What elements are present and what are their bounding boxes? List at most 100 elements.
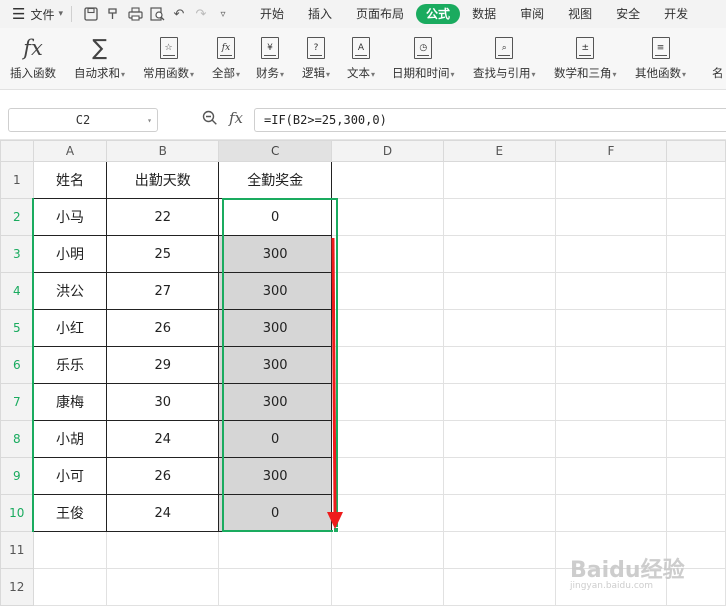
cell-days[interactable]: 25	[106, 235, 220, 273]
cell[interactable]	[442, 420, 556, 458]
row-header[interactable]: 9	[0, 457, 34, 495]
fx-icon[interactable]: fx	[229, 109, 243, 127]
cell[interactable]	[442, 235, 556, 273]
tab-formulas[interactable]: 公式	[416, 4, 461, 24]
cell[interactable]	[554, 420, 668, 458]
cell[interactable]	[32, 531, 108, 569]
select-all-corner[interactable]	[0, 140, 34, 162]
cell-name[interactable]: 洪公	[32, 272, 108, 310]
cell[interactable]	[554, 272, 668, 310]
save-icon[interactable]	[80, 3, 102, 25]
cell-days[interactable]: 24	[106, 494, 220, 532]
tab-review[interactable]: 审阅	[508, 4, 556, 24]
row-header[interactable]: 10	[0, 494, 34, 532]
cell-name[interactable]: 康梅	[32, 383, 108, 421]
cell-bonus[interactable]: 300	[218, 309, 333, 347]
name-manager-button[interactable]: 名	[712, 34, 724, 84]
cell[interactable]	[331, 494, 444, 532]
cell[interactable]	[666, 235, 726, 273]
print-icon[interactable]	[124, 3, 146, 25]
tab-insert[interactable]: 插入	[296, 4, 344, 24]
fill-handle[interactable]	[333, 527, 339, 533]
row-header[interactable]: 3	[0, 235, 34, 273]
cell-bonus[interactable]: 300	[218, 346, 333, 384]
cell[interactable]	[331, 346, 444, 384]
row-header[interactable]: 11	[0, 531, 34, 569]
finance-button[interactable]: ¥ 财务▾	[256, 34, 284, 84]
tab-home[interactable]: 开始	[248, 4, 296, 24]
cell-bonus[interactable]: 300	[218, 457, 333, 495]
cell[interactable]	[442, 161, 556, 199]
cell[interactable]	[554, 457, 668, 495]
cell[interactable]	[331, 531, 444, 569]
cell[interactable]	[442, 531, 556, 569]
other-functions-button[interactable]: ≡ 其他函数▾	[635, 34, 686, 84]
cell[interactable]	[331, 198, 444, 236]
row-header[interactable]: 2	[0, 198, 34, 236]
column-header-e[interactable]: E	[442, 140, 556, 162]
cell[interactable]	[331, 457, 444, 495]
cell[interactable]	[331, 309, 444, 347]
row-header[interactable]: 1	[0, 161, 34, 199]
cell-name[interactable]: 小明	[32, 235, 108, 273]
file-menu[interactable]: ☰ 文件 ▾	[12, 5, 63, 23]
column-header-c[interactable]: C	[218, 140, 333, 162]
column-header-d[interactable]: D	[331, 140, 444, 162]
cell[interactable]	[666, 494, 726, 532]
cell-days[interactable]: 27	[106, 272, 220, 310]
cell-name[interactable]: 小马	[32, 198, 108, 236]
cell[interactable]	[442, 568, 556, 606]
cell[interactable]	[554, 309, 668, 347]
cell-days[interactable]: 29	[106, 346, 220, 384]
redo-icon[interactable]: ↷	[190, 3, 212, 25]
cell[interactable]	[218, 568, 333, 606]
cell[interactable]	[442, 494, 556, 532]
cell-name[interactable]: 小红	[32, 309, 108, 347]
cell[interactable]	[331, 383, 444, 421]
text-functions-button[interactable]: A 文本▾	[347, 34, 375, 84]
cell-days[interactable]: 26	[106, 457, 220, 495]
tab-data[interactable]: 数据	[460, 4, 508, 24]
cell[interactable]	[554, 383, 668, 421]
cell-bonus[interactable]: 300	[218, 383, 333, 421]
common-functions-button[interactable]: ☆ 常用函数▾	[143, 34, 194, 84]
formula-input[interactable]: =IF(B2>=25,300,0)	[254, 108, 726, 132]
cell-bonus[interactable]: 300	[218, 272, 333, 310]
row-header[interactable]: 6	[0, 346, 34, 384]
cell-header-bonus[interactable]: 全勤奖金	[218, 161, 333, 199]
logic-button[interactable]: ? 逻辑▾	[302, 34, 330, 84]
print-preview-icon[interactable]	[146, 3, 168, 25]
column-header-f[interactable]: F	[554, 140, 668, 162]
cell[interactable]	[666, 309, 726, 347]
row-header[interactable]: 8	[0, 420, 34, 458]
name-box[interactable]: C2 ▾	[8, 108, 158, 132]
cell[interactable]	[666, 346, 726, 384]
cell[interactable]	[442, 457, 556, 495]
math-trig-button[interactable]: ± 数学和三角▾	[554, 34, 617, 84]
cell[interactable]	[106, 568, 220, 606]
cell[interactable]	[32, 568, 108, 606]
cell[interactable]	[666, 457, 726, 495]
cell-bonus-active[interactable]: 0	[218, 198, 333, 236]
cell[interactable]	[666, 198, 726, 236]
cell[interactable]	[666, 420, 726, 458]
cell[interactable]	[106, 531, 220, 569]
cell-header-days[interactable]: 出勤天数	[106, 161, 220, 199]
zoom-icon[interactable]	[202, 110, 218, 130]
cell[interactable]	[442, 198, 556, 236]
cell[interactable]	[442, 383, 556, 421]
cell[interactable]	[218, 531, 333, 569]
row-header[interactable]: 7	[0, 383, 34, 421]
cell[interactable]	[666, 272, 726, 310]
customize-toolbar-icon[interactable]: ▿	[212, 3, 234, 25]
cell-name[interactable]: 小可	[32, 457, 108, 495]
lookup-reference-button[interactable]: ⌕ 查找与引用▾	[473, 34, 536, 84]
cell-name[interactable]: 王俊	[32, 494, 108, 532]
tab-security[interactable]: 安全	[604, 4, 652, 24]
row-header[interactable]: 5	[0, 309, 34, 347]
cell[interactable]	[554, 346, 668, 384]
cell-days[interactable]: 24	[106, 420, 220, 458]
all-functions-button[interactable]: fx 全部▾	[212, 34, 240, 84]
cell[interactable]	[331, 568, 444, 606]
cell[interactable]	[331, 235, 444, 273]
